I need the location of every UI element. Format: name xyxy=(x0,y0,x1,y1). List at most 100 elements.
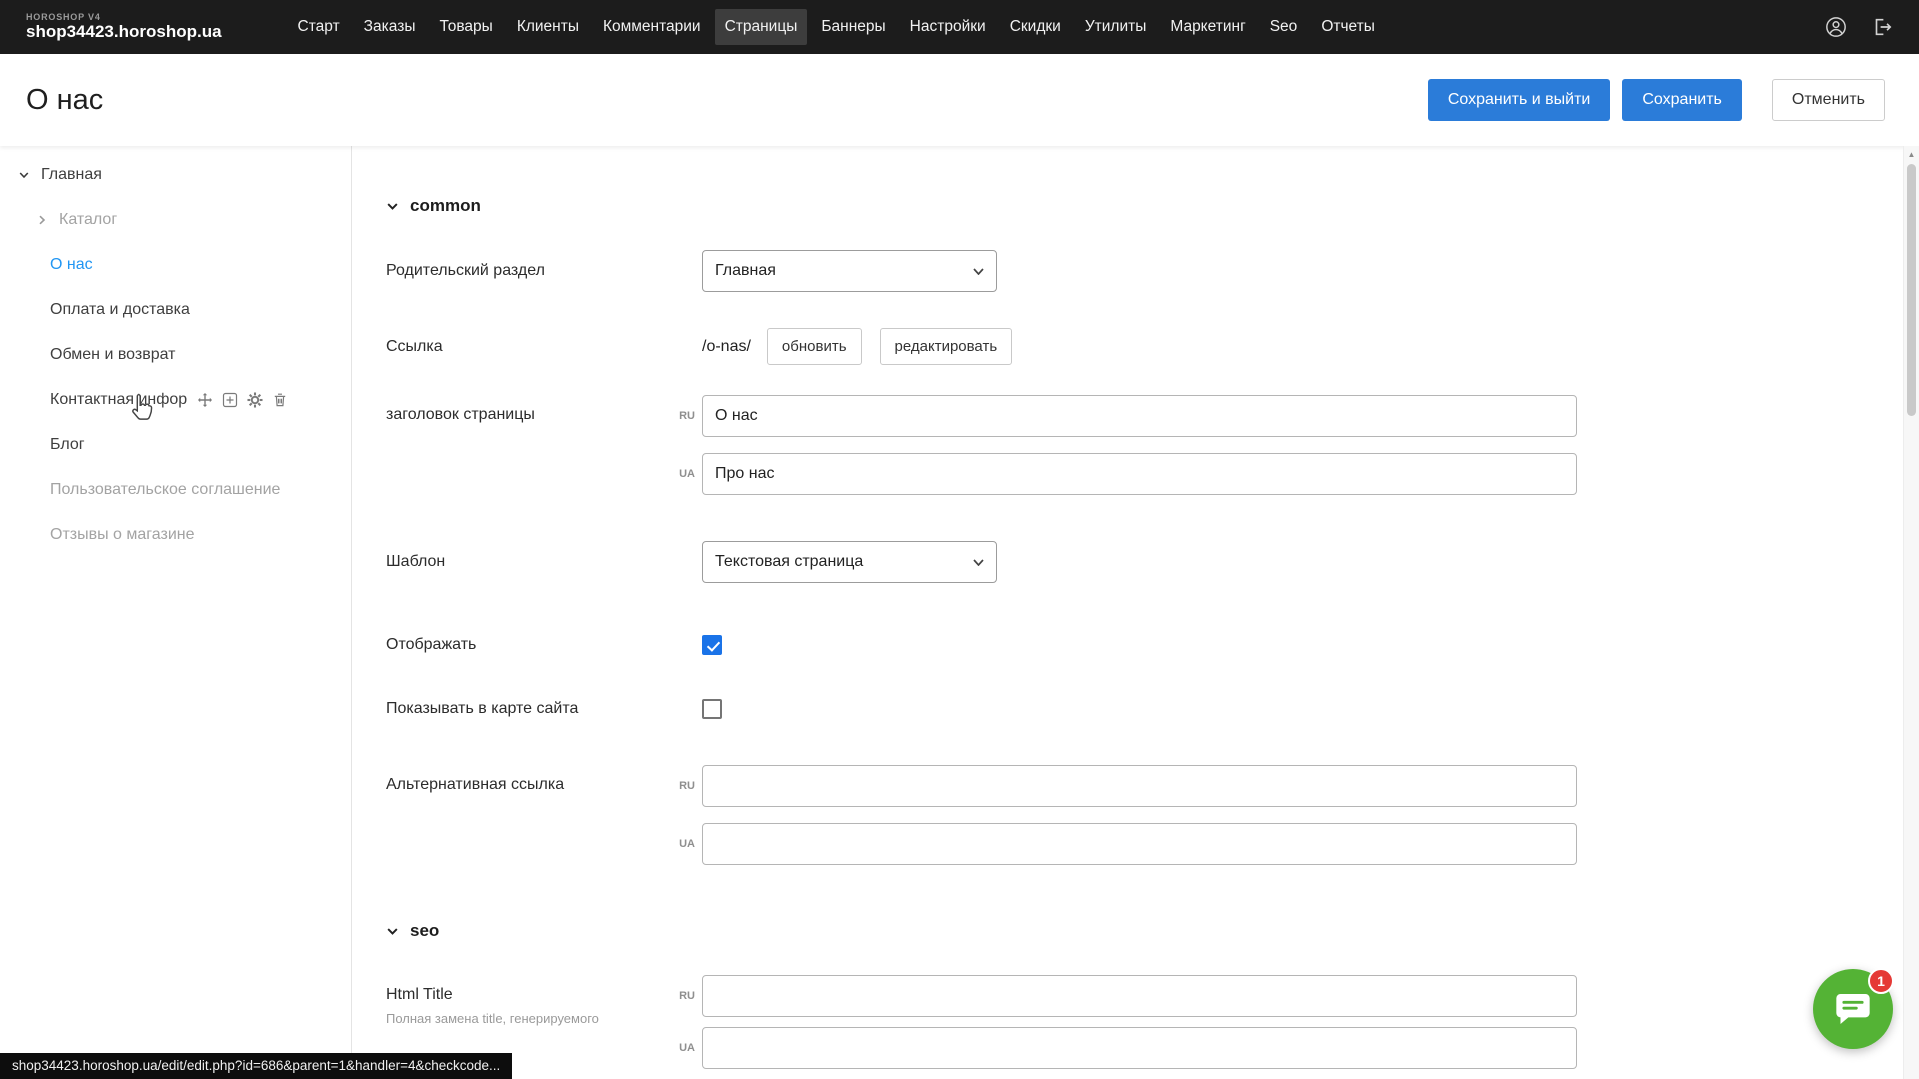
section-seo-toggle[interactable]: seo xyxy=(386,921,1919,941)
field-html-title: Html Title Полная замена title, генериру… xyxy=(386,975,1919,1069)
display-checkbox[interactable] xyxy=(702,635,722,655)
tree-item-label: Контактная инфор xyxy=(50,391,187,409)
tree-item-label: О нас xyxy=(50,256,93,274)
sitemap-checkbox[interactable] xyxy=(702,699,722,719)
brand-domain: shop34423.horoshop.ua xyxy=(26,22,222,42)
field-page-title: заголовок страницы RU UA xyxy=(386,395,1919,495)
sidebar-item-blog[interactable]: Блог xyxy=(0,422,351,467)
nav-start[interactable]: Старт xyxy=(288,9,350,45)
page-title-ua-input[interactable] xyxy=(702,453,1577,495)
page-edit-form: common Родительский раздел Главная Ссылк… xyxy=(352,146,1919,1079)
field-label: Отображать xyxy=(386,636,674,654)
nav-comments[interactable]: Комментарии xyxy=(593,9,711,45)
lang-ua-label: UA xyxy=(674,468,702,480)
sidebar-item-oplata-i-dostavka[interactable]: Оплата и доставка xyxy=(0,287,351,332)
add-page-icon[interactable] xyxy=(222,392,238,408)
nav-seo[interactable]: Seo xyxy=(1260,9,1308,45)
status-url: shop34423.horoshop.ua/edit/edit.php?id=6… xyxy=(0,1053,512,1079)
scrollbar-thumb[interactable] xyxy=(1907,164,1916,416)
delete-trash-icon[interactable] xyxy=(272,392,288,408)
tree-item-label: Отзывы о магазине xyxy=(50,526,195,544)
tree-item-label: Пользовательское соглашение xyxy=(50,481,280,499)
chevron-down-icon xyxy=(386,925,399,938)
tree-item-label: Блог xyxy=(50,436,85,454)
sidebar-item-o-nas[interactable]: О нас xyxy=(0,242,351,287)
alt-link-ru-input[interactable] xyxy=(702,765,1577,807)
sidebar-item-katalog[interactable]: Каталог xyxy=(0,197,351,242)
logout-icon[interactable] xyxy=(1871,16,1893,38)
chevron-down-icon xyxy=(973,268,984,275)
chat-unread-badge: 1 xyxy=(1868,968,1894,994)
update-link-button[interactable]: обновить xyxy=(767,328,862,365)
nav-pages[interactable]: Страницы xyxy=(715,9,808,45)
section-title: seo xyxy=(410,921,439,941)
field-label: заголовок страницы xyxy=(386,395,674,424)
chevron-down-icon xyxy=(973,559,984,566)
chevron-down-icon xyxy=(386,200,399,213)
chat-bubble-icon xyxy=(1833,989,1873,1029)
field-label: Родительский раздел xyxy=(386,262,674,280)
html-title-ua-input[interactable] xyxy=(702,1027,1577,1069)
nav-marketing[interactable]: Маркетинг xyxy=(1160,9,1255,45)
field-label: Шаблон xyxy=(386,553,674,571)
tree-item-label: Оплата и доставка xyxy=(50,301,190,319)
nav-settings[interactable]: Настройки xyxy=(900,9,996,45)
chevron-right-icon xyxy=(36,214,50,226)
section-common-toggle[interactable]: common xyxy=(386,196,1919,216)
field-label: Альтернативная ссылка xyxy=(386,765,674,794)
tree-item-label: Каталог xyxy=(59,211,117,229)
nav-orders[interactable]: Заказы xyxy=(354,9,426,45)
page-header: О нас Сохранить и выйти Сохранить Отмени… xyxy=(0,54,1919,146)
header-actions: Сохранить и выйти Сохранить Отменить xyxy=(1428,79,1885,121)
move-icon[interactable] xyxy=(197,392,213,408)
nav-discounts[interactable]: Скидки xyxy=(1000,9,1071,45)
sidebar-item-glavnaya[interactable]: Главная xyxy=(0,152,351,197)
app-window: HOROSHOP V4 shop34423.horoshop.ua Старт … xyxy=(0,0,1919,1079)
select-value: Текстовая страница xyxy=(715,553,863,571)
topbar-icons xyxy=(1825,16,1893,38)
cancel-button[interactable]: Отменить xyxy=(1772,79,1885,121)
settings-gear-icon[interactable] xyxy=(247,392,263,408)
lang-ru-label: RU xyxy=(674,780,702,792)
scroll-up-arrow-icon[interactable]: ▲ xyxy=(1904,146,1919,162)
tree-item-label: Обмен и возврат xyxy=(50,346,175,364)
field-template: Шаблон Текстовая страница xyxy=(386,541,1919,583)
tree-item-label: Главная xyxy=(41,166,102,184)
parent-section-select[interactable]: Главная xyxy=(702,250,997,292)
field-link: Ссылка /o-nas/ обновить редактировать xyxy=(386,328,1919,365)
chat-launcher-button[interactable]: 1 xyxy=(1813,969,1893,1049)
edit-link-button[interactable]: редактировать xyxy=(880,328,1013,365)
save-and-exit-button[interactable]: Сохранить и выйти xyxy=(1428,79,1611,121)
nav-clients[interactable]: Клиенты xyxy=(507,9,589,45)
sidebar-item-kontaktnaya-informaciya[interactable]: Контактная инфор xyxy=(0,377,351,422)
account-icon[interactable] xyxy=(1825,16,1847,38)
html-title-ru-input[interactable] xyxy=(702,975,1577,1017)
field-display: Отображать xyxy=(386,635,1919,655)
lang-ru-label: RU xyxy=(674,410,702,422)
vertical-scrollbar[interactable]: ▲ xyxy=(1903,146,1919,1079)
page-title: О нас xyxy=(26,84,103,117)
main-nav: Старт Заказы Товары Клиенты Комментарии … xyxy=(288,9,1805,45)
nav-reports[interactable]: Отчеты xyxy=(1311,9,1385,45)
field-hint: Полная замена title, генерируемого xyxy=(386,1011,636,1028)
sidebar-item-otzyvy-o-magazine[interactable]: Отзывы о магазине xyxy=(0,512,351,557)
save-button[interactable]: Сохранить xyxy=(1622,79,1742,121)
page-body: Главная Каталог О нас Оплата и доставка … xyxy=(0,146,1919,1079)
field-parent-section: Родительский раздел Главная xyxy=(386,250,1919,292)
brand-version: HOROSHOP V4 xyxy=(26,12,222,22)
link-path-value: /o-nas/ xyxy=(702,338,751,356)
sidebar-item-obmen-i-vozvrat[interactable]: Обмен и возврат xyxy=(0,332,351,377)
field-label: Html Title xyxy=(386,986,674,1004)
page-title-ru-input[interactable] xyxy=(702,395,1577,437)
alt-link-ua-input[interactable] xyxy=(702,823,1577,865)
nav-banners[interactable]: Баннеры xyxy=(811,9,895,45)
nav-products[interactable]: Товары xyxy=(429,9,502,45)
template-select[interactable]: Текстовая страница xyxy=(702,541,997,583)
nav-utilities[interactable]: Утилиты xyxy=(1075,9,1157,45)
lang-ua-label: UA xyxy=(674,1042,702,1054)
lang-ua-label: UA xyxy=(674,838,702,850)
sidebar-item-polzovatelskoe-soglashenie[interactable]: Пользовательское соглашение xyxy=(0,467,351,512)
pages-tree-sidebar: Главная Каталог О нас Оплата и доставка … xyxy=(0,146,352,1079)
brand-logo[interactable]: HOROSHOP V4 shop34423.horoshop.ua xyxy=(26,12,222,42)
field-alt-link: Альтернативная ссылка RU UA xyxy=(386,765,1919,865)
